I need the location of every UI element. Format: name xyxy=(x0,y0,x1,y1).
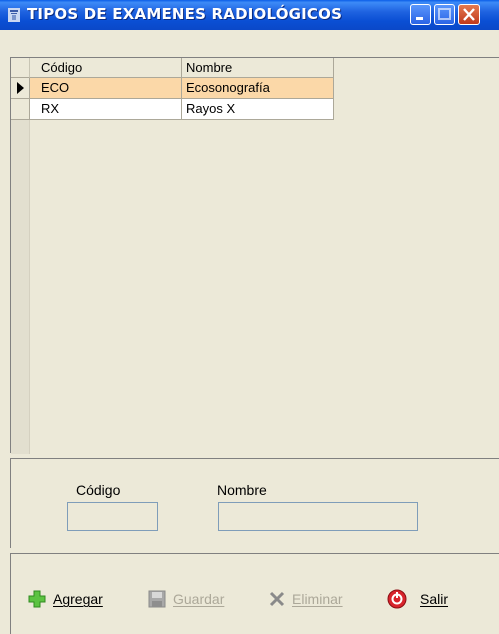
salir-button[interactable]: Salir xyxy=(386,587,448,611)
app-icon xyxy=(8,8,20,22)
nombre-label: Nombre xyxy=(217,482,267,498)
cell-nombre[interactable]: Rayos X xyxy=(182,99,334,120)
eliminar-button[interactable]: Eliminar xyxy=(268,587,343,611)
add-icon xyxy=(28,590,46,608)
cell-codigo[interactable]: ECO xyxy=(30,78,182,99)
agregar-button[interactable]: Agregar xyxy=(27,587,103,611)
codigo-field[interactable] xyxy=(67,502,158,531)
nombre-field[interactable] xyxy=(218,502,418,531)
agregar-label: Agregar xyxy=(53,591,103,607)
header-corner xyxy=(11,58,30,78)
cell-nombre[interactable]: Ecosonografía xyxy=(182,78,334,99)
maximize-icon xyxy=(438,8,451,20)
row-indicator xyxy=(11,99,30,120)
row-indicator-column xyxy=(11,78,30,454)
table-row[interactable]: ECO Ecosonografía xyxy=(11,78,341,99)
column-header-nombre[interactable]: Nombre xyxy=(182,58,334,78)
edit-form: Código Nombre xyxy=(10,458,499,548)
exam-types-grid[interactable]: Código Nombre ECO Ecosonografía RX Rayos… xyxy=(10,57,499,454)
eliminar-label: Eliminar xyxy=(292,591,343,607)
delete-icon xyxy=(269,591,285,607)
window-title: TIPOS DE EXAMENES RADIOLÓGICOS xyxy=(27,5,343,23)
salir-label: Salir xyxy=(420,591,449,607)
minimize-button[interactable] xyxy=(410,4,431,25)
codigo-label: Código xyxy=(76,482,121,498)
maximize-button[interactable] xyxy=(434,4,455,25)
exit-power-icon xyxy=(387,589,407,609)
table-row[interactable]: RX Rayos X xyxy=(11,99,341,120)
grid-header: Código Nombre xyxy=(11,58,341,78)
title-bar[interactable]: TIPOS DE EXAMENES RADIOLÓGICOS xyxy=(0,0,499,30)
cell-codigo[interactable]: RX xyxy=(30,99,182,120)
toolbar: Agregar Guardar Eliminar Salir xyxy=(10,553,499,634)
minimize-icon xyxy=(416,17,423,20)
app-window: TIPOS DE EXAMENES RADIOLÓGICOS Código No… xyxy=(0,0,499,634)
close-icon xyxy=(463,8,475,21)
column-header-codigo[interactable]: Código xyxy=(30,58,182,78)
guardar-button[interactable]: Guardar xyxy=(147,587,224,611)
guardar-label: Guardar xyxy=(173,591,225,607)
current-row-arrow-icon xyxy=(17,82,24,94)
close-button[interactable] xyxy=(458,4,480,25)
row-indicator xyxy=(11,78,30,99)
save-icon xyxy=(148,590,166,608)
